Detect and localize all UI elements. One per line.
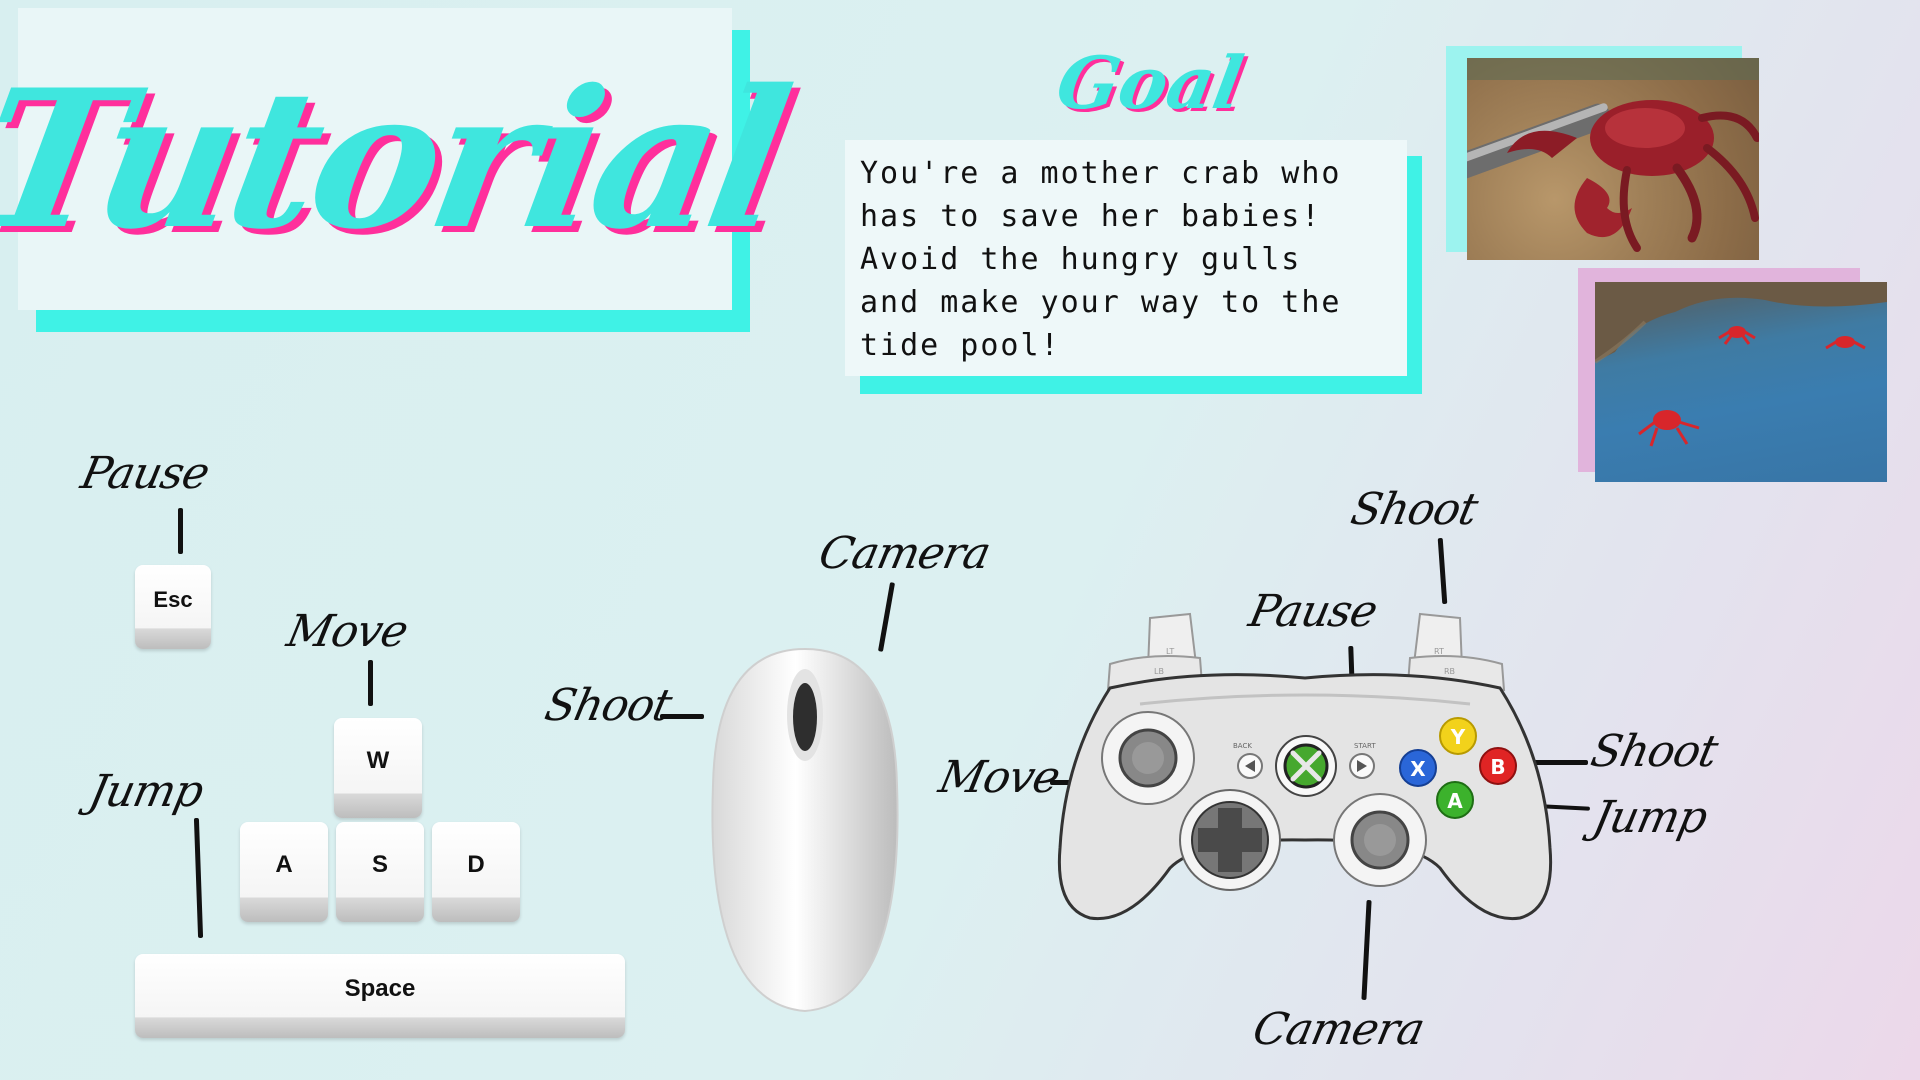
a-button-label: A — [1447, 789, 1463, 813]
d-key-label: D — [467, 851, 485, 878]
crab-screenshot — [1467, 58, 1759, 260]
shoot-label-mouse: Shoot — [540, 680, 676, 731]
esc-key[interactable]: Esc — [135, 565, 211, 649]
page-title: Tutorial — [0, 47, 799, 271]
right-stick[interactable] — [1333, 793, 1427, 887]
s-key-label: S — [371, 851, 388, 878]
dpad[interactable] — [1179, 789, 1281, 891]
d-key[interactable]: D — [432, 822, 520, 922]
gamepad-icon: LT LB RT RB BACK START Y X B A — [1057, 612, 1553, 921]
start-label: START — [1354, 742, 1376, 750]
lb-label: LB — [1154, 667, 1164, 676]
left-stick[interactable] — [1101, 711, 1195, 805]
b-button[interactable]: B — [1479, 747, 1517, 785]
shoot-top-controller-connector — [1437, 537, 1448, 605]
x-button-label: X — [1410, 757, 1426, 781]
mouse-icon — [711, 647, 899, 1013]
s-key[interactable]: S — [336, 822, 424, 922]
shoot-right-label-controller: Shoot — [1586, 726, 1722, 777]
lt-label: LT — [1166, 647, 1174, 656]
tide-pool-screenshot — [1595, 282, 1887, 482]
space-key[interactable]: Space — [135, 954, 625, 1038]
jump-label-controller: Jump — [1588, 792, 1712, 843]
move-keyboard-connector — [368, 660, 373, 706]
shoot-mouse-connector — [660, 714, 704, 719]
camera-mouse-connector — [877, 582, 896, 652]
jump-keyboard-connector — [193, 817, 204, 939]
rt-label: RT — [1434, 647, 1444, 656]
back-label: BACK — [1233, 742, 1252, 750]
space-key-label: Space — [344, 975, 416, 1002]
w-key[interactable]: W — [334, 718, 422, 818]
esc-key-label: Esc — [153, 587, 193, 612]
a-key[interactable]: A — [240, 822, 328, 922]
y-button-label: Y — [1450, 725, 1466, 749]
goal-text: You're a mother crab who has to save her… — [860, 156, 1342, 363]
pause-keyboard-connector — [178, 508, 183, 554]
camera-label-mouse: Camera — [814, 528, 995, 579]
b-button-label: B — [1490, 755, 1505, 779]
a-key-label: A — [275, 851, 293, 878]
jump-label-keyboard: Jump — [84, 766, 208, 817]
w-key-label: W — [366, 747, 390, 774]
move-label-controller: Move — [934, 752, 1064, 803]
start-button[interactable]: START — [1349, 742, 1376, 779]
camera-label-controller: Camera — [1248, 1004, 1429, 1055]
move-label-keyboard: Move — [282, 606, 412, 657]
a-button[interactable]: A — [1436, 781, 1474, 819]
y-button[interactable]: Y — [1439, 717, 1477, 755]
guide-button[interactable] — [1275, 735, 1337, 797]
x-button[interactable]: X — [1399, 749, 1437, 787]
rb-label: RB — [1444, 667, 1455, 676]
goal-heading: Goal — [1050, 40, 1250, 125]
shoot-top-label-controller: Shoot — [1346, 484, 1482, 535]
pause-label-keyboard: Pause — [76, 448, 214, 499]
